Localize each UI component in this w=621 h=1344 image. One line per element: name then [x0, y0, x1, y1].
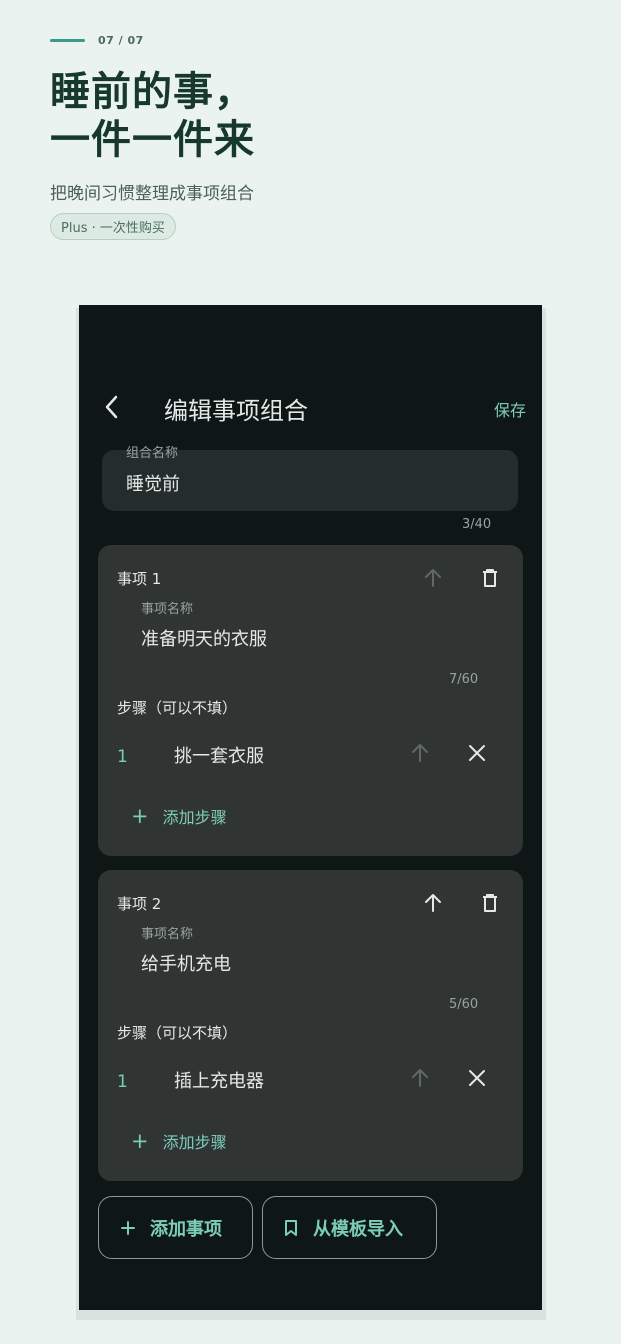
counter-accent-line: [50, 39, 85, 42]
add-item-label: 添加事项: [150, 1218, 222, 1240]
item-title: 事项 2: [117, 895, 162, 913]
trash-icon: [483, 569, 497, 587]
headline-line-1: 睡前的事，: [50, 69, 255, 115]
step-input[interactable]: 插上充电器: [174, 1067, 264, 1093]
group-name-input[interactable]: 睡觉前: [126, 470, 180, 496]
bookmark-icon: [283, 1219, 299, 1237]
page-counter-text: 07 / 07: [98, 34, 144, 47]
item-card-1: 事项 1 事项名称 准备明天的衣服 7/60 步骤（可以不填） 1 挑一套衣服: [98, 545, 523, 856]
plus-badge: Plus · 一次性购买: [50, 213, 176, 240]
add-step-button[interactable]: + 添加步骤: [131, 1129, 227, 1153]
add-step-label: 添加步骤: [162, 1133, 227, 1152]
promo-headline: 睡前的事， 一件一件来: [50, 68, 255, 164]
item-name-input[interactable]: 给手机充电: [141, 950, 231, 976]
plus-icon: [120, 1220, 136, 1236]
import-template-label: 从模板导入: [313, 1218, 403, 1240]
headline-line-2: 一件一件来: [50, 117, 255, 163]
steps-label: 步骤（可以不填）: [117, 699, 238, 717]
group-name-field[interactable]: 组合名称 睡觉前: [102, 446, 518, 511]
group-name-label: 组合名称: [126, 446, 179, 461]
item-name-counter: 5/60: [449, 997, 479, 1012]
add-step-button[interactable]: + 添加步骤: [131, 804, 227, 828]
import-template-button[interactable]: 从模板导入: [262, 1196, 437, 1259]
step-input[interactable]: 挑一套衣服: [174, 742, 264, 768]
close-icon: [469, 1070, 485, 1086]
trash-icon: [483, 894, 497, 912]
add-item-button[interactable]: 添加事项: [98, 1196, 253, 1259]
group-name-counter: 3/40: [462, 517, 492, 532]
move-item-up-button[interactable]: [420, 565, 446, 591]
item-title: 事项 1: [117, 570, 162, 588]
close-icon: [469, 745, 485, 761]
delete-item-button[interactable]: [477, 890, 503, 916]
promo-subhead: 把晚间习惯整理成事项组合: [50, 184, 254, 204]
remove-step-button[interactable]: [464, 1065, 490, 1091]
item-name-counter: 7/60: [449, 672, 479, 687]
steps-label: 步骤（可以不填）: [117, 1024, 238, 1042]
item-card-2: 事项 2 事项名称 给手机充电 5/60 步骤（可以不填） 1 插上充电器 + …: [98, 870, 523, 1181]
item-name-label: 事项名称: [141, 602, 194, 617]
save-button[interactable]: 保存: [494, 397, 526, 421]
back-button[interactable]: [101, 393, 123, 421]
plus-icon: +: [131, 1129, 149, 1153]
arrow-up-icon: [425, 569, 441, 587]
arrow-up-icon: [412, 744, 428, 762]
arrow-up-icon: [425, 894, 441, 912]
page-title: 编辑事项组合: [164, 397, 308, 425]
plus-icon: +: [131, 804, 149, 828]
step-number: 1: [117, 1072, 128, 1092]
step-number: 1: [117, 747, 128, 767]
item-name-label: 事项名称: [141, 927, 194, 942]
move-item-up-button[interactable]: [420, 890, 446, 916]
arrow-up-icon: [412, 1069, 428, 1087]
chevron-left-icon: [105, 395, 118, 419]
remove-step-button[interactable]: [464, 740, 490, 766]
item-name-input[interactable]: 准备明天的衣服: [141, 625, 267, 651]
move-step-up-button[interactable]: [407, 1065, 433, 1091]
move-step-up-button[interactable]: [407, 740, 433, 766]
phone-screen: 编辑事项组合 保存 组合名称 睡觉前 3/40 事项 1 事项名称 准备明天的衣…: [79, 305, 542, 1310]
page-counter: 07 / 07: [50, 34, 144, 47]
delete-item-button[interactable]: [477, 565, 503, 591]
add-step-label: 添加步骤: [162, 808, 227, 827]
